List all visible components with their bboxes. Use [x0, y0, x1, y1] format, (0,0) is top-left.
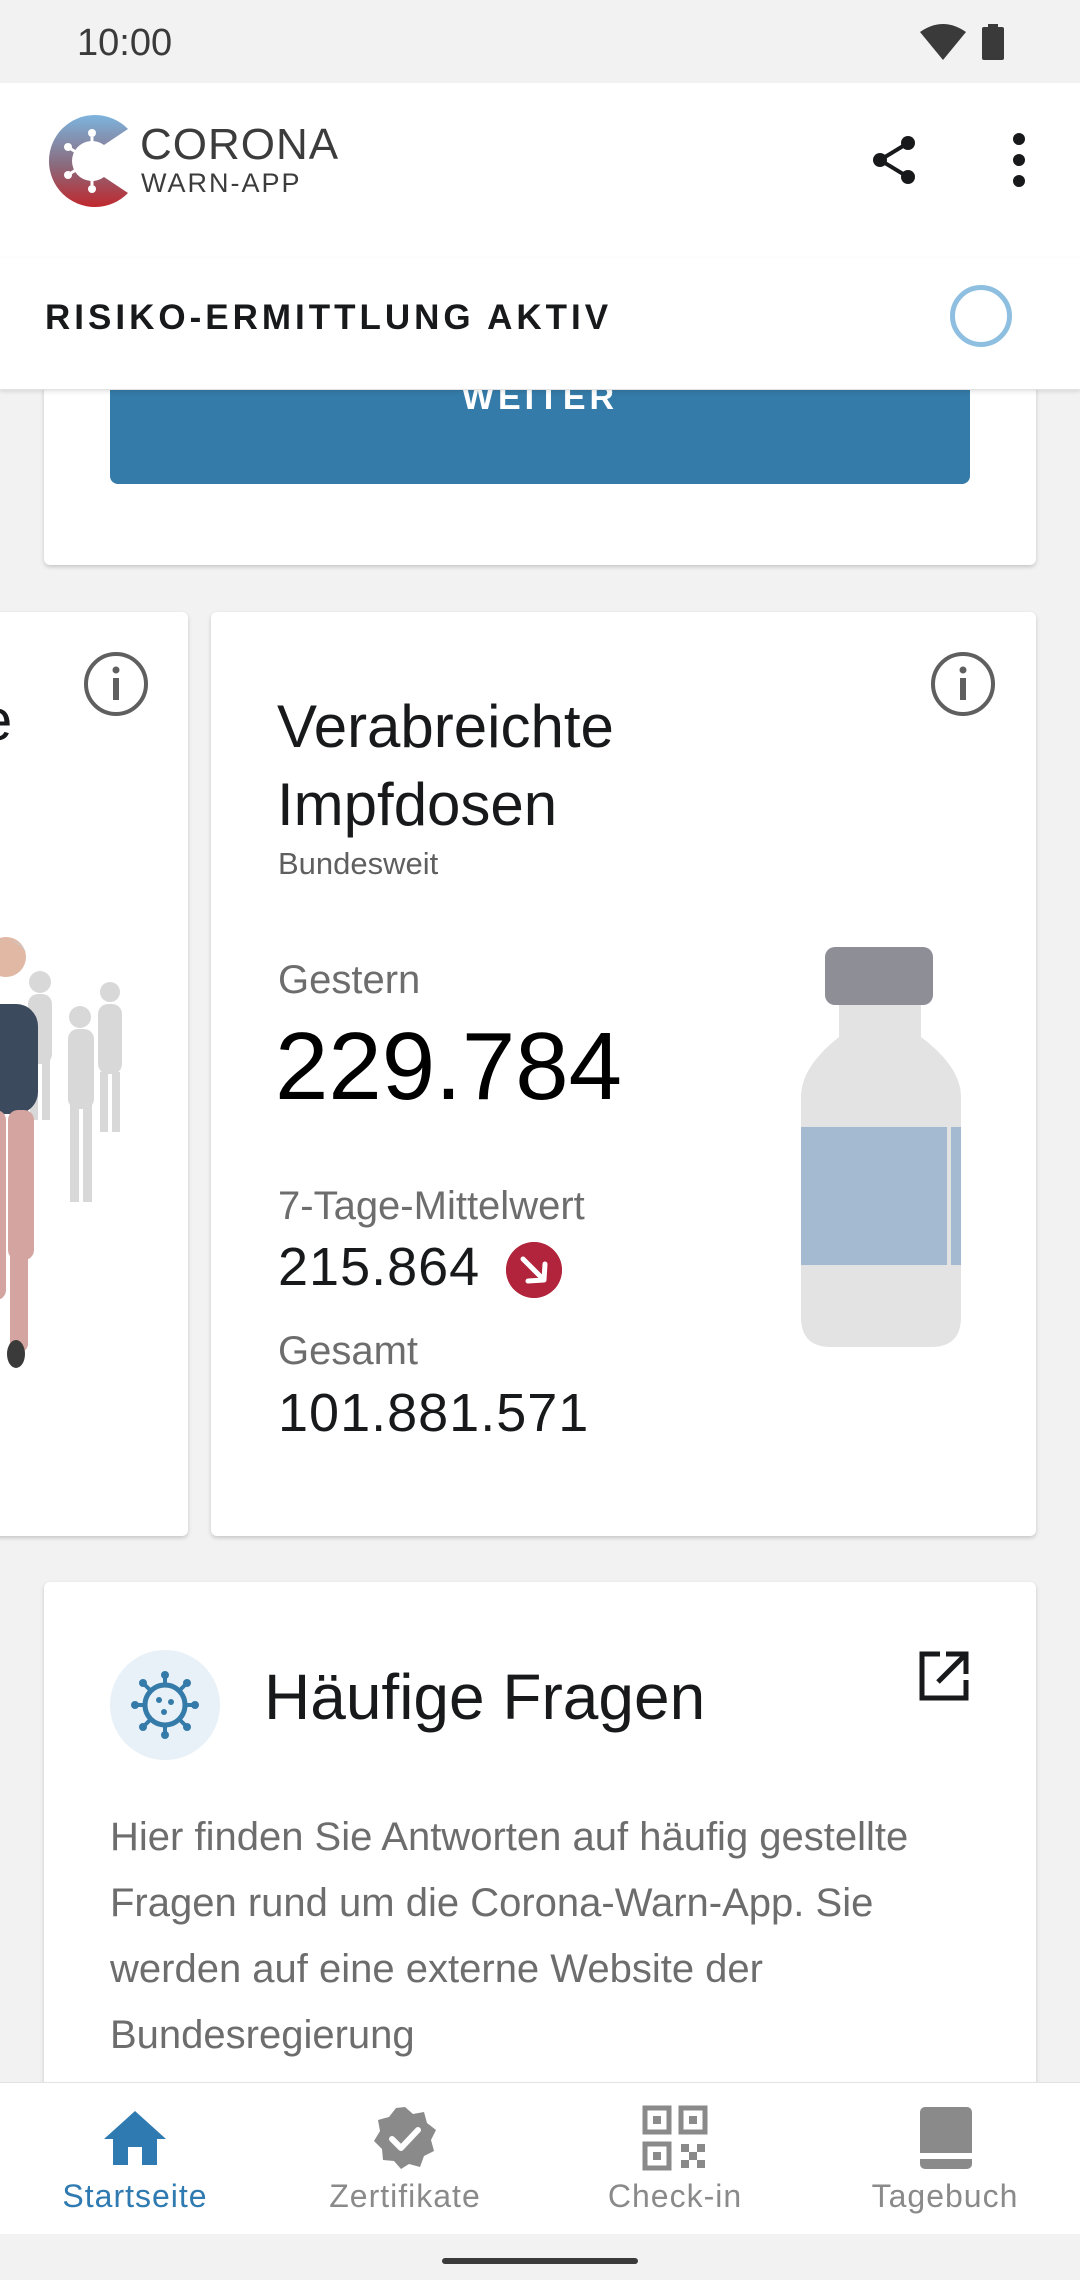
people-illustration — [0, 937, 122, 1368]
total-label: Gesamt — [278, 1329, 419, 1373]
info-icon[interactable] — [82, 650, 150, 718]
faq-icon-wrapper — [110, 1650, 220, 1760]
corona-warn-app-logo-icon — [48, 115, 128, 207]
wifi-icon — [920, 24, 966, 60]
info-icon[interactable] — [929, 650, 997, 718]
vaccination-card-title: Verabreichte Impfdosen — [277, 693, 614, 838]
battery-icon — [982, 24, 1004, 60]
risk-status-header[interactable]: RISIKO-ERMITTLUNG AKTIV — [0, 258, 1080, 390]
logo-text-warn-app: WARN-APP — [141, 168, 302, 198]
seven-day-average-label: 7-Tage-Mittelwert — [278, 1184, 585, 1228]
total-value: 101.881.571 — [278, 1383, 590, 1443]
certificate-icon — [374, 2107, 436, 2169]
diary-icon — [920, 2107, 972, 2169]
risk-status-label: RISIKO-ERMITTLUNG AKTIV — [45, 298, 613, 337]
previous-card-title: e — [0, 687, 12, 754]
nav-label-zertifikate: Zertifikate — [329, 2178, 481, 2214]
statistics-card-previous[interactable]: e — [0, 612, 188, 1536]
nav-label-startseite: Startseite — [62, 2178, 208, 2214]
qr-code-icon — [642, 2105, 708, 2171]
app-screen: 10:00 CORONA WARN-APP RISIKO-ERMITTLUNG … — [0, 0, 1080, 2280]
trend-down-icon — [506, 1242, 562, 1298]
nav-item-startseite[interactable]: Startseite — [0, 2083, 270, 2235]
nav-label-tagebuch: Tagebuch — [871, 2178, 1019, 2214]
yesterday-value: 229.784 — [275, 1013, 623, 1120]
status-bar: 10:00 — [0, 0, 1080, 83]
app-bar: CORONA WARN-APP — [0, 83, 1080, 258]
nav-label-check-in: Check-in — [607, 2178, 743, 2214]
status-time: 10:00 — [77, 22, 173, 64]
faq-description: Hier finden Sie Antworten auf häufig ges… — [110, 1815, 909, 2057]
vaccination-statistics-card[interactable]: Verabreichte Impfdosen Bundesweit Gester… — [211, 612, 1036, 1536]
seven-day-average-value: 215.864 — [278, 1237, 481, 1297]
gesture-handle[interactable] — [442, 2258, 638, 2264]
yesterday-label: Gestern — [278, 958, 421, 1002]
external-link-icon[interactable] — [916, 1648, 972, 1704]
gesture-navigation-area — [0, 2234, 1080, 2280]
faq-title: Häufige Fragen — [264, 1661, 706, 1733]
home-icon — [104, 2111, 166, 2165]
bottom-navigation: Startseite Zertifikate Check-in Tagebuch — [0, 2082, 1080, 2234]
vaccination-card-subtitle: Bundesweit — [278, 846, 439, 881]
vaccine-vial-illustration — [801, 947, 961, 1347]
nav-item-check-in[interactable]: Check-in — [540, 2083, 810, 2235]
more-vert-icon[interactable] — [992, 131, 1046, 189]
nav-item-tagebuch[interactable]: Tagebuch — [810, 2083, 1080, 2235]
logo-text-corona: CORONA — [140, 120, 340, 169]
share-icon[interactable] — [866, 131, 924, 189]
nav-item-zertifikate[interactable]: Zertifikate — [270, 2083, 540, 2235]
loading-spinner-icon — [950, 285, 1012, 347]
virus-icon — [131, 1671, 199, 1739]
